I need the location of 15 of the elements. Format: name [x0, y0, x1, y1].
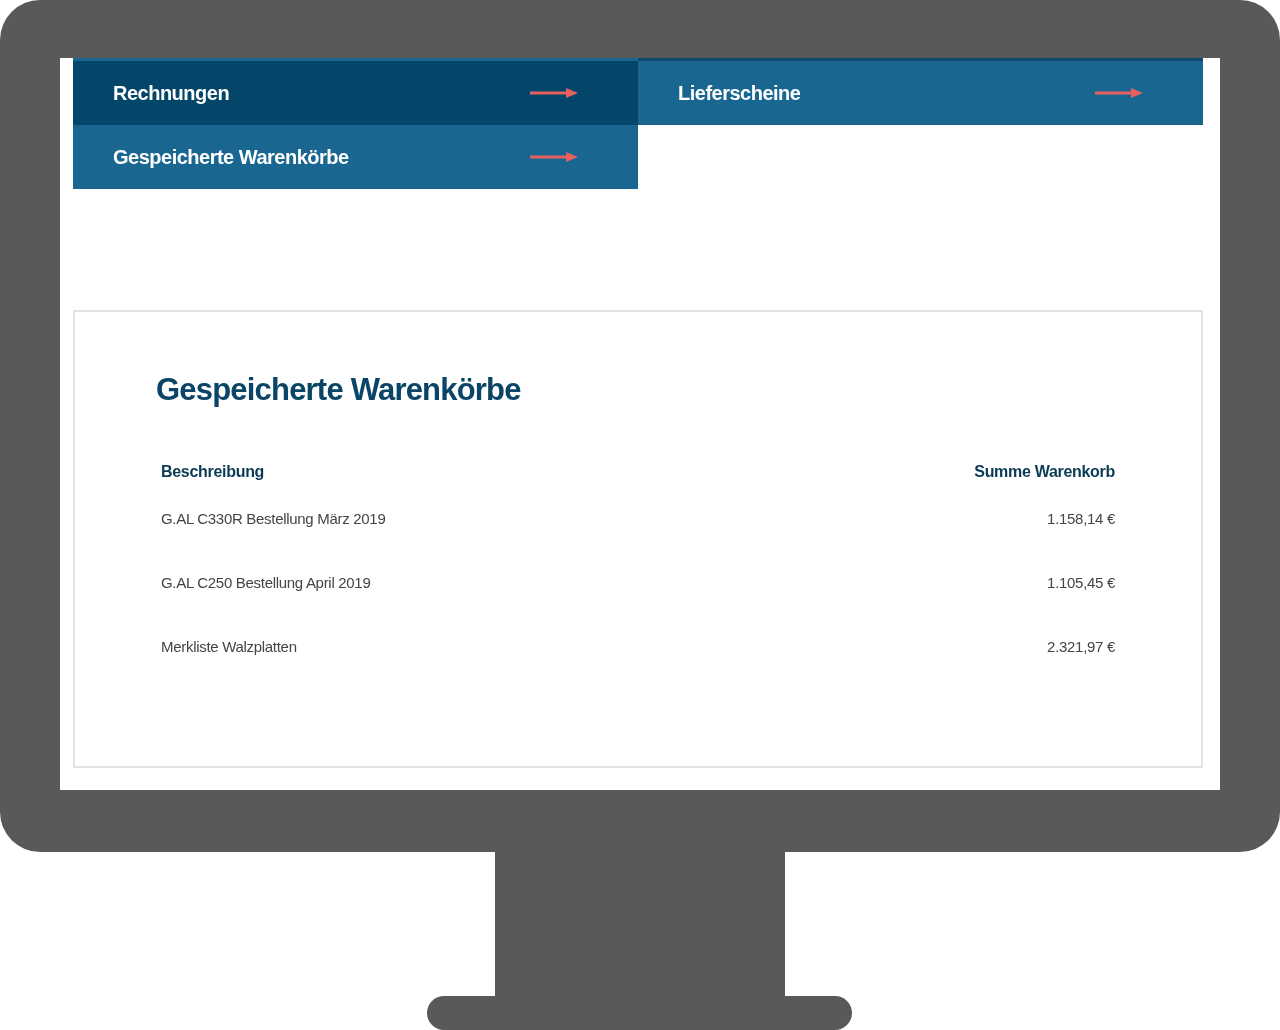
- description-cell-text: Merkliste Walzplatten: [161, 636, 298, 657]
- total-cell-text: 2.321,97 €: [1046, 636, 1115, 657]
- arrow-right-icon: [1095, 87, 1143, 99]
- arrow-right-icon: [530, 87, 578, 99]
- nav-tile[interactable]: Gespeicherte Warenkörbe: [73, 125, 638, 189]
- column-header: Summe Warenkorb: [973, 462, 1115, 482]
- description-cell-text: G.AL C330R Bestellung März 2019: [161, 508, 387, 529]
- panel-title: Gespeicherte Warenkörbe: [156, 372, 522, 408]
- nav-tile[interactable]: Rechnungen: [73, 58, 638, 125]
- total-cell-text: 1.105,45 €: [1046, 572, 1115, 593]
- nav-tile[interactable]: Lieferscheine: [638, 58, 1203, 125]
- column-header: Beschreibung: [161, 462, 266, 482]
- arrow-right-icon: [530, 151, 578, 163]
- description-cell-text: G.AL C250 Bestellung April 2019: [161, 572, 372, 593]
- total-cell-text: 1.158,14 €: [1046, 508, 1115, 529]
